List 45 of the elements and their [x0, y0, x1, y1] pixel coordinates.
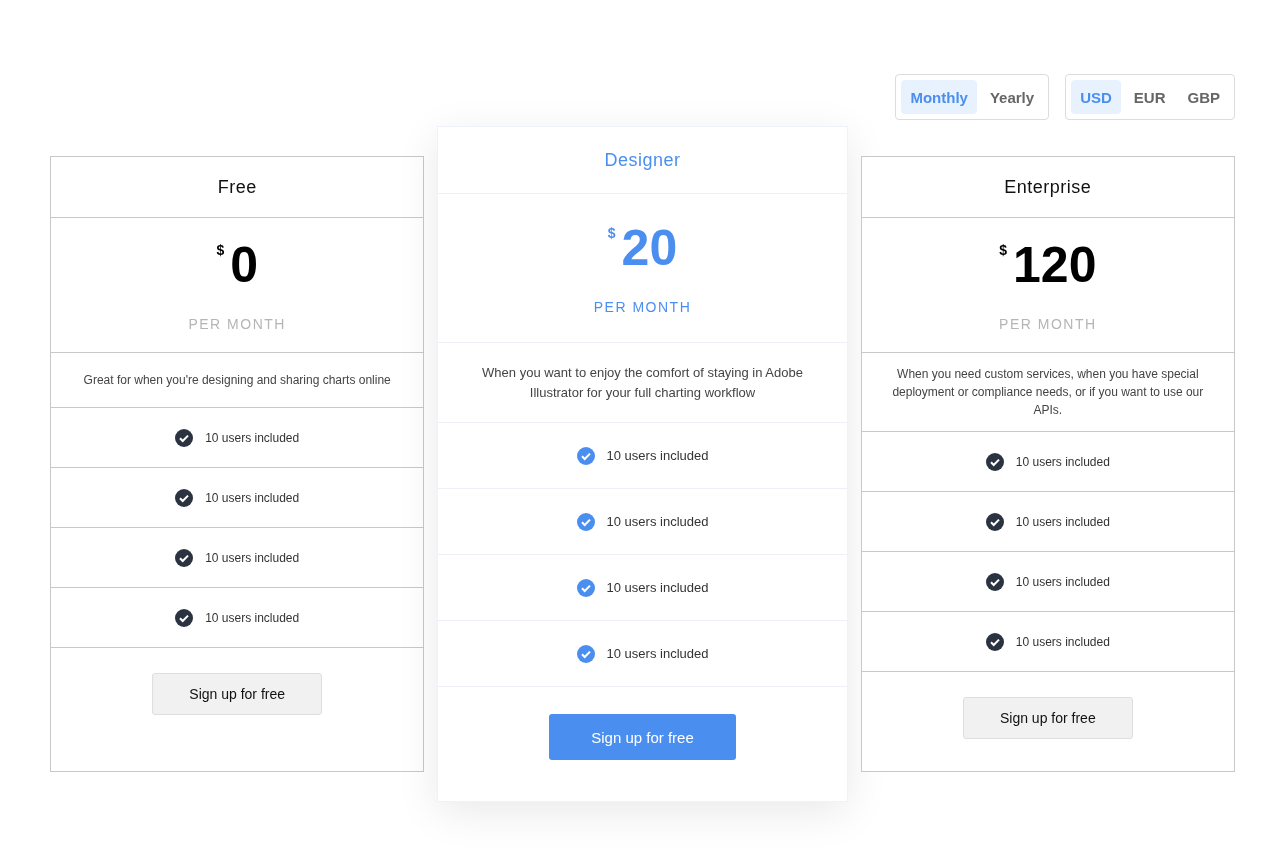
- sign-up-button[interactable]: Sign up for free: [152, 673, 323, 715]
- feature-text: 10 users included: [1015, 454, 1110, 469]
- check-circle-icon: [576, 446, 595, 465]
- price: 20: [621, 221, 678, 275]
- sign-up-button[interactable]: Sign up for free: [549, 714, 736, 760]
- price: 0: [230, 238, 258, 292]
- feature-text: 10 users included: [1015, 514, 1110, 529]
- feature-text: 10 users included: [606, 580, 709, 595]
- period-option[interactable]: Yearly: [980, 80, 1044, 114]
- check-circle-icon: [985, 512, 1004, 531]
- billing-period: PER MONTH: [188, 316, 286, 332]
- feature-text: 10 users included: [606, 646, 709, 661]
- price: 120: [1013, 238, 1097, 292]
- check-circle-icon: [175, 548, 194, 567]
- plan-description: Great for when you're designing and sharing charts online: [82, 372, 392, 389]
- plan-description: When you need custom services, when you have special deployment or compliance needs, or if you want to use our APIs.: [891, 366, 1205, 419]
- feature-text: 10 users included: [205, 610, 300, 625]
- check-circle-icon: [576, 644, 595, 663]
- currency-option[interactable]: GBP: [1178, 80, 1229, 114]
- currency-option[interactable]: EUR: [1124, 80, 1175, 114]
- check-circle-icon: [576, 512, 595, 531]
- sign-up-button[interactable]: Sign up for free: [962, 697, 1133, 739]
- check-circle-icon: [175, 428, 194, 447]
- feature-text: 10 users included: [205, 430, 300, 445]
- check-circle-icon: [175, 608, 194, 627]
- check-circle-icon: [576, 578, 595, 597]
- plan-name: Designer: [604, 149, 681, 171]
- currency-symbol: $: [607, 225, 616, 241]
- check-circle-icon: [985, 452, 1004, 471]
- plan-description: When you want to enjoy the comfort of staying in Adobe Illustrator for your full charting workflow: [481, 363, 804, 402]
- feature-text: 10 users included: [606, 448, 709, 463]
- currency-symbol: $: [999, 242, 1007, 258]
- plan-name: Free: [217, 176, 257, 198]
- feature-text: 10 users included: [205, 550, 300, 565]
- feature-text: 10 users included: [606, 514, 709, 529]
- check-circle-icon: [985, 572, 1004, 591]
- billing-period: PER MONTH: [593, 299, 692, 315]
- billing-period: PER MONTH: [999, 316, 1097, 332]
- feature-text: 10 users included: [1015, 634, 1110, 649]
- check-circle-icon: [175, 488, 194, 507]
- check-circle-icon: [985, 632, 1004, 651]
- feature-text: 10 users included: [1015, 574, 1110, 589]
- plan-name: Enterprise: [1004, 176, 1092, 198]
- currency-symbol: $: [216, 242, 225, 258]
- feature-text: 10 users included: [205, 490, 300, 505]
